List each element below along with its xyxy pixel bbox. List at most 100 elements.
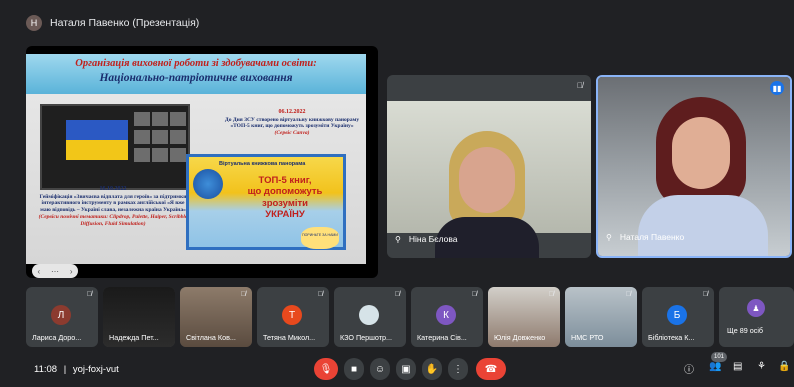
emoji-button[interactable]: ☺: [370, 358, 390, 380]
bottom-toolbar: 11:08 | yoj-foxj-vut 🎙 ■ ☺ ▣ ✋ ⋮ ☎ ⓘ 101…: [0, 352, 794, 387]
participant-name: Ніна Бєлова: [408, 234, 458, 244]
participant-video: [387, 101, 591, 258]
slide-screenshot-image: [40, 104, 190, 190]
present-button[interactable]: ▣: [396, 358, 416, 380]
pin-icon[interactable]: ⚲: [606, 233, 612, 242]
mic-off-icon: 🎙̸: [86, 291, 92, 298]
poster-headline-line: ТОП-5 книг,: [258, 175, 312, 186]
participant-thumb[interactable]: 🎙̸ Юлія Довженко: [488, 287, 560, 347]
mic-off-icon: 🎙̸: [317, 291, 323, 298]
camera-toggle-button[interactable]: ■: [344, 358, 364, 380]
meet-window: Н Наталя Павенко (Презентація) Організац…: [0, 0, 794, 387]
chat-icon[interactable]: ▤: [733, 361, 742, 372]
slide-navigation[interactable]: ‹ ⋯ ›: [32, 264, 78, 278]
mic-off-icon: 🎙̸: [240, 291, 246, 298]
participant-thumb[interactable]: 🎙̸ Б Бібліотека К...: [642, 287, 714, 347]
participant-thumb[interactable]: 🎙̸ Т Тетяна Микол...: [257, 287, 329, 347]
participant-tile-nina[interactable]: 🎙̸ ⚲ Ніна Бєлова: [387, 75, 591, 258]
prev-slide-button[interactable]: ‹: [37, 267, 40, 276]
participant-thumb[interactable]: 🎙̸ К Катерина Сів...: [411, 287, 483, 347]
participant-thumb[interactable]: 🎙̸ Світлана Ков...: [180, 287, 252, 347]
more-participants-button[interactable]: ♟ Ще 89 осіб: [719, 287, 794, 347]
video-tile-image: [134, 148, 150, 162]
video-tile-image: [170, 112, 186, 126]
next-slide-button[interactable]: ›: [70, 267, 73, 276]
more-participants-label: Ще 89 осіб: [727, 326, 764, 335]
people-icon[interactable]: 👥: [709, 361, 721, 372]
participant-name: Юлія Довженко: [494, 333, 546, 342]
participant-name: НМС РТО: [571, 333, 604, 342]
presentation-screen[interactable]: Організація виховної роботи зі здобувача…: [26, 46, 378, 278]
event-2-body: Гейміфікація «Звичаєва відплата для геро…: [39, 193, 187, 214]
poster-headline-line: що допоможуть зрозуміти: [247, 186, 323, 209]
event-1-body: До Дня ЗСУ створено віртуальну книжкову …: [224, 116, 360, 130]
activities-icon[interactable]: ⚘: [757, 361, 766, 372]
meeting-info: 11:08 | yoj-foxj-vut: [34, 364, 119, 375]
mic-off-icon: 🎙̸: [471, 291, 477, 298]
globe-image: [193, 169, 223, 199]
video-tile-image: [152, 130, 168, 144]
avatar-stack-icon: ♟: [747, 299, 765, 317]
video-tile-image: [170, 130, 186, 144]
avatar: К: [436, 305, 456, 325]
participant-label: ⚲ Ніна Бєлова: [395, 234, 458, 244]
participant-name: Наталя Павенко: [619, 232, 685, 242]
video-tile-image: [152, 148, 168, 162]
poster-headline-line: УКРАЇНУ: [265, 209, 305, 221]
mic-off-icon: 🎙̸: [577, 81, 583, 90]
participant-tile-natalia[interactable]: ▮▮ ⚲ Наталя Павенко: [596, 75, 792, 258]
lock-icon[interactable]: 🔒: [778, 361, 790, 372]
presenter-avatar: Н: [26, 15, 42, 31]
participant-thumb[interactable]: 🎙̸ КЗО Першотр...: [334, 287, 406, 347]
participant-name: Надежда Пет...: [109, 333, 159, 342]
participant-strip: 🎙̸ Л Лариса Доро... Надежда Пет... 🎙̸ Св…: [26, 287, 794, 347]
mic-off-icon: 🎙̸: [702, 291, 708, 298]
presenter-bar: Н Наталя Павенко (Презентація): [26, 12, 199, 34]
video-tile-image: [152, 112, 168, 126]
avatar: Л: [51, 305, 71, 325]
mic-off-icon: 🎙̸: [625, 291, 631, 298]
event-1-source: (Сервіс Canva): [274, 130, 310, 137]
participant-video: [598, 77, 790, 256]
participant-name: Світлана Ков...: [186, 333, 236, 342]
video-tile-image: [170, 148, 186, 162]
avatar: Б: [667, 305, 687, 325]
poster-badge: ПОРИНЬТЕ ЗА НАМИ: [301, 227, 339, 249]
mic-off-icon: 🎙̸: [548, 291, 554, 298]
pin-icon[interactable]: ⚲: [395, 235, 401, 244]
ukraine-flag-image: [66, 120, 128, 160]
participant-face: [672, 117, 730, 189]
video-tile-image: [134, 112, 150, 126]
info-icon[interactable]: ⓘ: [684, 361, 694, 376]
poster-title: Віртуальна книжкова панорама: [219, 161, 306, 167]
presenter-title: Наталя Павенко (Презентація): [50, 17, 200, 29]
school-logo-icon: [359, 305, 379, 325]
participant-name: Тетяна Микол...: [263, 333, 316, 342]
avatar: Т: [282, 305, 302, 325]
participant-label: ⚲ Наталя Павенко: [606, 232, 684, 242]
slide: Організація виховної роботи зі здобувача…: [26, 54, 366, 278]
event-1-text: 06.12.2022 До Дня ЗСУ створено віртуальн…: [222, 109, 362, 137]
mic-toggle-button[interactable]: 🎙: [314, 358, 338, 380]
leave-call-button[interactable]: ☎: [476, 358, 506, 380]
participant-name: Катерина Сів...: [417, 333, 467, 342]
participant-name: КЗО Першотр...: [340, 333, 393, 342]
mic-off-icon: 🎙̸: [394, 291, 400, 298]
clock: 11:08: [34, 364, 58, 375]
separator: |: [63, 364, 67, 375]
meeting-code: yoj-foxj-vut: [72, 364, 119, 375]
participant-thumb[interactable]: 🎙̸ Л Лариса Доро...: [26, 287, 98, 347]
poster-headline: ТОП-5 книг, що допоможуть зрозуміти УКРА…: [229, 175, 341, 221]
event-2-text: 16.10.2022 Гейміфікація «Звичаєва відпла…: [38, 186, 188, 228]
speaking-icon: ▮▮: [770, 81, 784, 95]
participant-name: Бібліотека К...: [648, 333, 695, 342]
raise-hand-button[interactable]: ✋: [422, 358, 442, 380]
more-options-button[interactable]: ⋮: [448, 358, 468, 380]
slide-subtitle: Національно-патріотичне виховання: [99, 72, 293, 84]
participant-thumb[interactable]: 🎙̸ НМС РТО: [565, 287, 637, 347]
video-tile-image: [134, 130, 150, 144]
event-2-date: 16.10.2022: [99, 186, 127, 192]
slide-title: Організація виховної роботи зі здобувача…: [75, 58, 317, 69]
slide-menu-button[interactable]: ⋯: [51, 267, 59, 276]
participant-thumb[interactable]: Надежда Пет...: [103, 287, 175, 347]
